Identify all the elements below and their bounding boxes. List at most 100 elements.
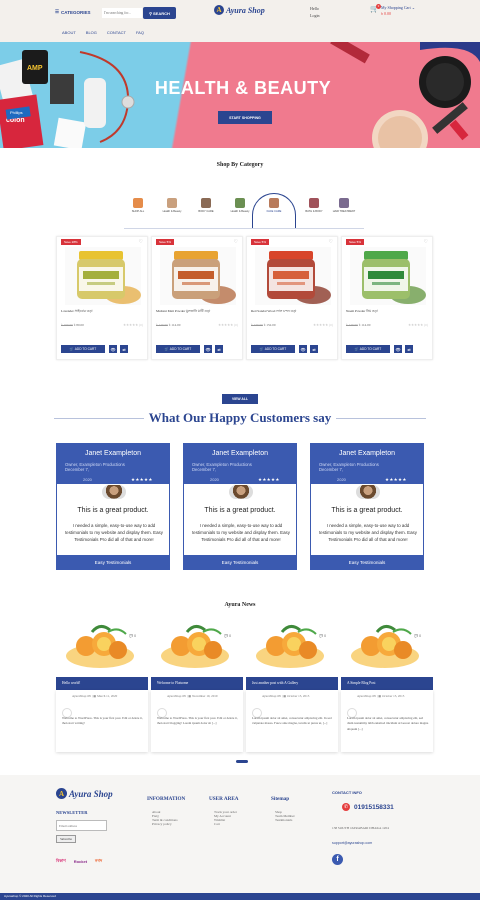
product-card[interactable]: Save 5% ♡ Multani Mati Powder মুলতানি মাটি…: [151, 236, 243, 360]
category-divider: [124, 228, 364, 229]
news-title[interactable]: A Simple Blog Post: [341, 677, 433, 690]
site-logo[interactable]: A Ayura Shop: [214, 5, 265, 15]
subscribe-button[interactable]: Subscribe: [56, 835, 76, 843]
facebook-icon[interactable]: f: [332, 854, 343, 865]
footer-link-cart[interactable]: Cart: [214, 822, 237, 826]
news-body: AyuraShop105 | ▦ November 19, 2019 Welcom…: [151, 690, 243, 752]
news-image[interactable]: [341, 620, 433, 676]
product-name[interactable]: Lavender সাইবোর ওড়া: [61, 309, 147, 315]
compare-icon[interactable]: ⇄: [215, 345, 223, 353]
calendar-icon: ▦: [188, 694, 192, 698]
category-tab[interactable]: FACE CARE: [260, 198, 288, 213]
testimonial-stars: ★★★★★: [258, 477, 280, 482]
current-price: ৳ 114.00: [168, 323, 181, 327]
news-card[interactable]: 💬 0 Hello world! AyuraShop105 | ▦ March 11…: [56, 620, 148, 752]
contact-email[interactable]: support@ayurashop.com: [332, 841, 372, 845]
testimonial-body: I needed a simple, easy-to-use way to ad…: [319, 523, 417, 542]
wishlist-heart-icon[interactable]: ♡: [234, 239, 238, 245]
category-tab[interactable]: Health & Beauty: [158, 198, 186, 213]
footer-logo[interactable]: A Ayura Shop: [56, 788, 113, 799]
category-thumbnail-icon: [309, 198, 319, 208]
nav-item-faq[interactable]: FAQ: [136, 30, 144, 35]
quick-view-eye-icon[interactable]: 👁: [204, 345, 212, 353]
category-tab[interactable]: Health & Beauty: [226, 198, 254, 213]
testimonial-date-year: 2020: [337, 477, 346, 482]
user-area-links: Track your order My Account Wishlist Car…: [214, 810, 237, 826]
rating-stars: ★★★★★ (0): [217, 323, 238, 327]
wishlist-heart-icon[interactable]: ♡: [424, 239, 428, 245]
slider-dot-active[interactable]: [236, 760, 248, 763]
rating-count: (0): [234, 323, 238, 327]
category-tab[interactable]: SHOP ALL: [124, 198, 152, 213]
add-to-cart-button[interactable]: 🛒 ADD TO CART: [61, 345, 105, 353]
product-card[interactable]: Save 5% ♡ Neem Powder নিম ওড়া ৳ 120.00 ৳ 1…: [341, 236, 433, 360]
product-card[interactable]: Save 5% ♡ Red Sandal Wood লাল চন্দন ওড়া ৳ …: [246, 236, 338, 360]
copyright-text: Ayurashop © 2020 All Rights Reserved: [4, 894, 56, 898]
testimonial-footer: Easy Testimonials: [184, 555, 296, 569]
product-image[interactable]: [160, 247, 236, 305]
current-price: ৳ 114.00: [358, 323, 371, 327]
start-shopping-button[interactable]: START SHOPPING: [218, 111, 272, 124]
news-body: AyuraShop105 | ▦ October 15, 2015 Lorem i…: [341, 690, 433, 752]
add-to-cart-button[interactable]: 🛒 ADD TO CART: [251, 345, 295, 353]
news-title[interactable]: Welcome to Flatsome: [151, 677, 243, 690]
nav-item-about[interactable]: ABOUT: [62, 30, 76, 35]
logo-mark: A: [214, 5, 224, 15]
add-to-cart-button[interactable]: 🛒 ADD TO CART: [156, 345, 200, 353]
category-tab[interactable]: BATH & BODY: [300, 198, 328, 213]
product-name[interactable]: Red Sandal Wood লাল চন্দন ওড়া: [251, 309, 337, 315]
product-image[interactable]: [65, 247, 141, 305]
news-image[interactable]: [246, 620, 338, 676]
comment-count[interactable]: 💬 0: [414, 634, 421, 638]
add-to-cart-button[interactable]: 🛒 ADD TO CART: [346, 345, 390, 353]
footer-link-testimonials[interactable]: Testimonials: [275, 818, 295, 822]
quick-view-eye-icon[interactable]: 👁: [394, 345, 402, 353]
comment-count[interactable]: 💬 0: [319, 634, 326, 638]
news-title[interactable]: Just another post with A Gallery: [246, 677, 338, 690]
search-button[interactable]: ⚲ SEARCH: [143, 7, 176, 19]
main-nav: ABOUT BLOG CONTACT FAQ: [62, 30, 144, 35]
comment-count[interactable]: 💬 0: [129, 634, 136, 638]
category-tab[interactable]: HAIR TREATMENT: [330, 198, 358, 213]
news-image[interactable]: [56, 620, 148, 676]
compare-icon[interactable]: ⇄: [405, 345, 413, 353]
footer-link-privacy[interactable]: Privacy policy: [152, 822, 178, 826]
categories-button[interactable]: ☰ CATEGORIES: [55, 9, 90, 15]
view-all-button[interactable]: VIEW ALL: [222, 394, 258, 404]
news-image[interactable]: [151, 620, 243, 676]
old-price: ৳ 120.00: [156, 323, 168, 327]
quick-view-eye-icon[interactable]: 👁: [109, 345, 117, 353]
news-author: AyuraShop105: [167, 694, 187, 698]
wishlist-heart-icon[interactable]: ♡: [329, 239, 333, 245]
category-tab-label: FACE CARE: [266, 210, 282, 213]
user-area-heading: USER AREA: [209, 796, 239, 802]
news-card[interactable]: 💬 0 Just another post with A Gallery Ayura…: [246, 620, 338, 752]
login-link[interactable]: Login: [310, 12, 320, 19]
news-card[interactable]: 💬 0 A Simple Blog Post AyuraShop105 | ▦ Oc…: [341, 620, 433, 752]
nav-item-blog[interactable]: BLOG: [86, 30, 97, 35]
compare-icon[interactable]: ⇄: [120, 345, 128, 353]
wishlist-heart-icon[interactable]: ♡: [139, 239, 143, 245]
search-input[interactable]: [102, 8, 142, 18]
quick-view-eye-icon[interactable]: 👁: [299, 345, 307, 353]
footer-logo-mark: A: [56, 788, 67, 799]
current-price: ৳ 80.00: [73, 323, 84, 327]
category-tab[interactable]: BODY CARE: [192, 198, 220, 213]
cart-widget[interactable]: 🛒 0 My Shopping Cart ⌄ ৳ 0.00: [370, 4, 415, 17]
compare-icon[interactable]: ⇄: [310, 345, 318, 353]
search-icon: ⚲: [149, 10, 153, 16]
product-image[interactable]: [255, 247, 331, 305]
newsletter-email-field[interactable]: [56, 820, 107, 831]
news-title[interactable]: Hello world!: [56, 677, 148, 690]
product-card[interactable]: Save 28% ♡ Lavender সাইবোর ওড়া ৳ 100.00 ৳ …: [56, 236, 148, 360]
product-image[interactable]: [350, 247, 426, 305]
testimonial-quote: This is a great product.: [77, 507, 149, 514]
payment-logos: বিকাশ Rocket নগদ: [56, 858, 102, 865]
product-name[interactable]: Neem Powder নিম ওড়া: [346, 309, 432, 315]
calendar-icon: ▦: [283, 694, 287, 698]
news-card[interactable]: 💬 0 Welcome to Flatsome AyuraShop105 | ▦ N…: [151, 620, 243, 752]
comment-count[interactable]: 💬 0: [224, 634, 231, 638]
product-name[interactable]: Multani Mati Powder মুলতানি মাটি ওড়া: [156, 309, 242, 315]
contact-phone[interactable]: 01915158331: [354, 804, 394, 811]
nav-item-contact[interactable]: CONTACT: [107, 30, 126, 35]
